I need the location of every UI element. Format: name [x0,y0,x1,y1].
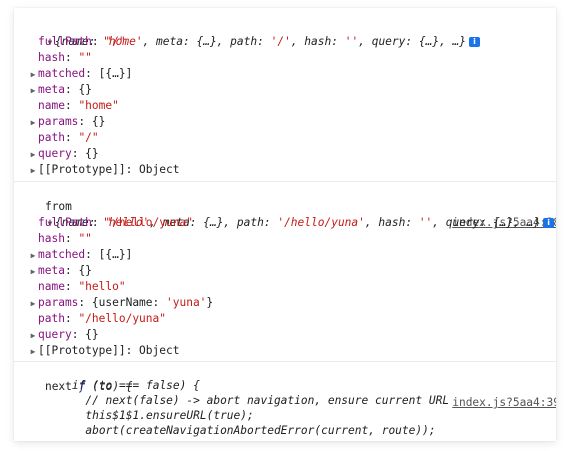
property-row[interactable]: ▶ query: {} [28,146,556,162]
property-row: hash: "" [28,50,556,66]
property-value: Object [139,163,180,176]
function-code-line: abort(createNavigationAbortedError(curre… [18,424,436,437]
collapsed-arrow-icon[interactable]: ▶ [28,296,38,312]
value-token: {userName: [91,296,166,309]
function-code-line: this$1$1.ensureURL(true); [18,409,254,422]
colon: : [125,344,140,357]
next-log-line[interactable]: next ƒ (to) { index.js?5aa4:39 [18,363,556,409]
collapsed-arrow-icon[interactable]: ▶ [28,248,38,264]
collapsed-arrow-icon[interactable]: ▶ [28,115,38,131]
collapsed-arrow-icon[interactable]: ▶ [28,163,38,179]
property-row: path: "/hello/yuna" [28,311,556,327]
collapsed-arrow-icon[interactable]: ▶ [28,344,38,360]
property-row: fullPath: "/" [28,34,556,50]
property-row[interactable]: ▶ [[Prototype]]: Object [28,343,556,359]
property-value: "" [78,51,92,64]
value-token: } [206,296,214,309]
colon: : [85,67,99,80]
property-key: [[Prototype]] [38,163,126,176]
colon: : [64,312,79,325]
colon: : [64,99,79,112]
colon: : [91,216,106,229]
property-row[interactable]: ▶ params: {} [28,114,556,130]
divider [14,361,556,362]
property-value: "/hello/yuna" [105,216,193,229]
collapsed-arrow-icon[interactable]: ▶ [28,264,38,280]
property-row[interactable]: ▶ query: {} [28,327,556,343]
property-value: "" [78,232,92,245]
colon: : [85,248,99,261]
property-row[interactable]: ▶ matched: [{…}] [28,247,556,263]
to-object-summary[interactable]: ▼ {name: 'home', meta: {…}, path: '/', ha… [18,18,556,48]
property-key: name [38,99,65,112]
property-row[interactable]: ▶ meta: {} [28,263,556,279]
divider [14,181,556,182]
property-value: {} [85,147,99,160]
collapsed-arrow-icon[interactable]: ▶ [28,147,38,163]
property-row[interactable]: ▶ params: {userName: 'yuna'} [28,295,556,311]
property-key: query [38,328,72,341]
property-value: "/" [105,35,126,48]
colon: : [125,163,140,176]
property-value: [{…}] [98,67,133,80]
property-key: hash [38,51,65,64]
property-key: meta [38,264,65,277]
devtools-console-panel: ▼ {name: 'home', meta: {…}, path: '/', ha… [14,8,556,441]
property-key: path [38,131,65,144]
function-code-line: if (to === false) { [18,379,200,392]
from-object-summary[interactable]: ▼ {name: 'hello', meta: {…}, path: '/hell… [18,199,556,229]
property-row: name: "home" [28,98,556,114]
property-key: meta [38,83,65,96]
property-value: "hello" [78,280,126,293]
property-key: params [38,115,79,128]
property-row: path: "/" [28,130,556,146]
colon: : [64,131,79,144]
collapsed-arrow-icon[interactable]: ▶ [28,83,38,99]
property-value: {} [78,264,92,277]
colon: : [71,147,86,160]
property-value: {} [85,328,99,341]
colon: : [64,83,79,96]
property-key: name [38,280,65,293]
property-value: "home" [78,99,119,112]
colon: : [78,115,92,128]
property-key: params [38,296,79,309]
colon: : [71,328,86,341]
property-row: fullPath: "/hello/yuna" [28,215,556,231]
property-row: name: "hello" [28,279,556,295]
property-key: fullPath [38,35,92,48]
function-code-line: // next(false) -> abort navigation, ensu… [18,394,450,407]
colon: : [64,51,79,64]
colon: : [64,264,79,277]
property-row: hash: "" [28,231,556,247]
property-row[interactable]: ▶ [[Prototype]]: Object [28,162,556,178]
property-value: "/hello/yuna" [78,312,166,325]
property-value: {userName: 'yuna'} [92,296,213,309]
property-key: fullPath [38,216,92,229]
property-value: "/" [78,131,99,144]
colon: : [91,35,106,48]
property-key: path [38,312,65,325]
colon: : [78,296,92,309]
collapsed-arrow-icon[interactable]: ▶ [28,67,38,83]
property-key: matched [38,248,86,261]
property-value: {} [91,115,106,128]
colon: : [64,280,79,293]
property-value: [{…}] [98,248,133,261]
property-key: [[Prototype]] [38,344,126,357]
property-key: hash [38,232,65,245]
colon: : [64,232,79,245]
property-key: matched [38,67,86,80]
property-row[interactable]: ▶ matched: [{…}] [28,66,556,82]
property-value: Object [139,344,180,357]
property-key: query [38,147,72,160]
collapsed-arrow-icon[interactable]: ▶ [28,328,38,344]
string-value: 'yuna' [166,296,207,309]
property-value: {} [78,83,92,96]
property-row[interactable]: ▶ meta: {} [28,82,556,98]
from-log-line: from index.js?5aa4:38 [18,183,556,229]
